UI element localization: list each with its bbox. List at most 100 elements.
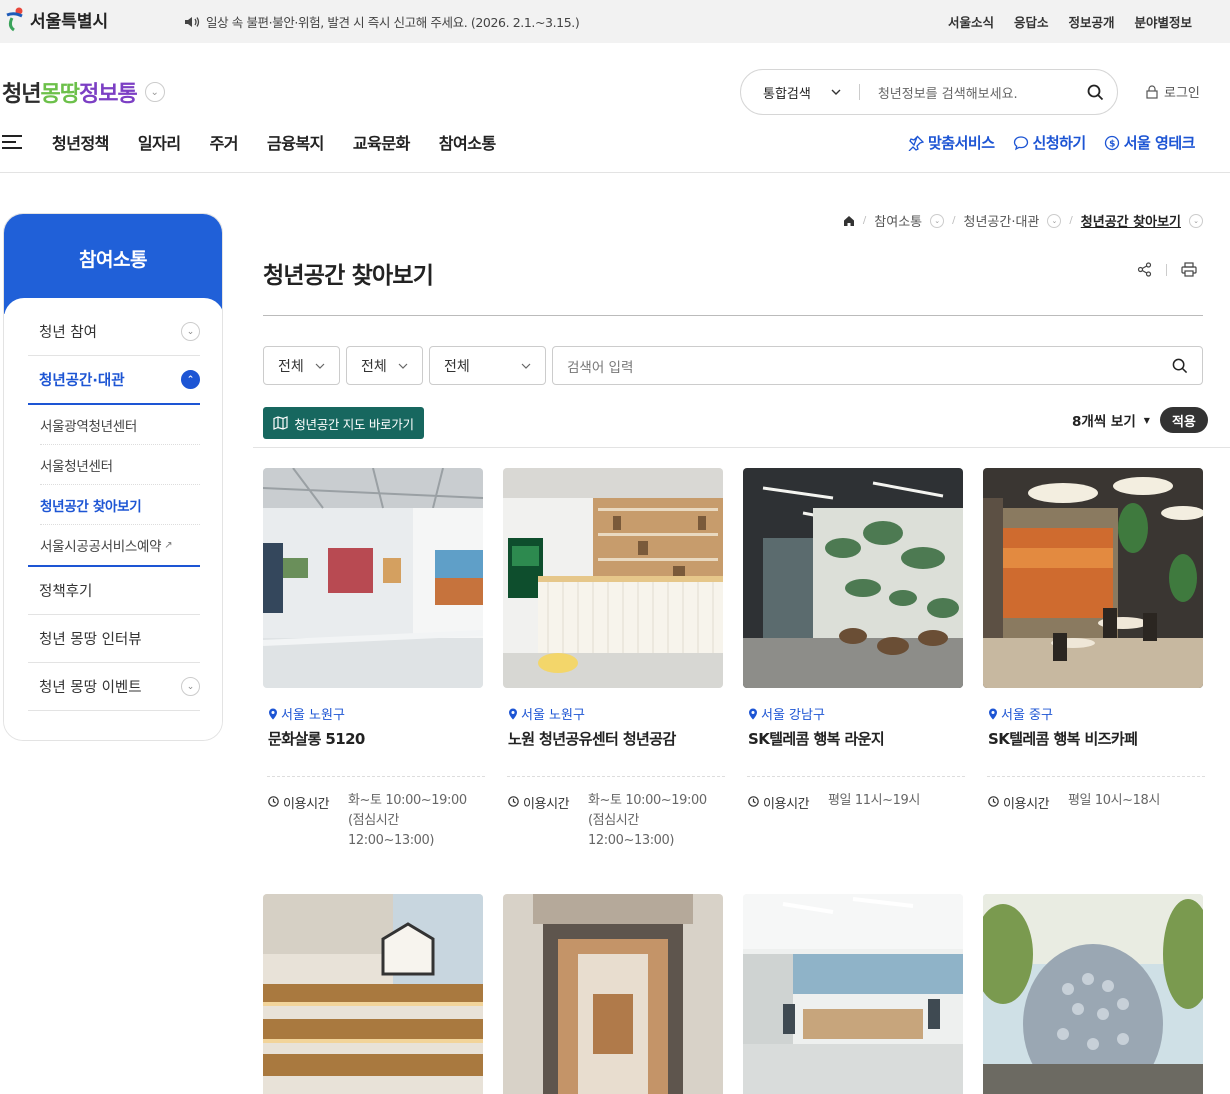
- breadcrumb-item-space-rental[interactable]: 청년공간·대관: [964, 211, 1040, 230]
- speaker-icon: [185, 16, 200, 27]
- space-photo[interactable]: [503, 468, 723, 688]
- space-photo[interactable]: [503, 894, 723, 1094]
- apply-button[interactable]: 적용: [1159, 407, 1208, 433]
- external-link-icon: ↗: [164, 539, 173, 551]
- search-button[interactable]: [1073, 84, 1117, 101]
- util-link-field[interactable]: 분야별정보: [1134, 12, 1192, 31]
- breadcrumb-current[interactable]: 청년공간 찾아보기: [1081, 211, 1181, 230]
- search-icon: [1087, 84, 1103, 100]
- gnb-item-finance[interactable]: 금융복지: [267, 130, 324, 154]
- sidebar-item-space-rental[interactable]: 청년공간·대관 ⌃: [28, 356, 200, 405]
- per-page-control: 8개씩 보기 ▼ 적용: [1072, 407, 1208, 433]
- sidebar-item-participation[interactable]: 청년 참여 ⌄: [28, 308, 200, 355]
- space-name[interactable]: 노원 청년공유센터 청년공감: [503, 728, 723, 749]
- search-input[interactable]: 청년정보를 검색해보세요.: [878, 83, 1073, 102]
- search-divider: [858, 84, 860, 100]
- space-hours: 이용시간 평일 11시~19시: [743, 793, 963, 812]
- sidebar-item-label: 정책후기: [39, 584, 93, 600]
- breadcrumb-item-participation[interactable]: 참여소통: [874, 211, 922, 230]
- hours-label: 이용시간: [268, 793, 348, 851]
- space-card[interactable]: [743, 894, 963, 1094]
- custom-service-label: 맞춤서비스: [928, 134, 995, 152]
- seoul-logo[interactable]: 서울특별시: [4, 6, 108, 32]
- site-logo-text: 청년몽땅정보통: [2, 76, 138, 108]
- sidebar-item-policy-review[interactable]: 정책후기: [28, 567, 200, 614]
- login-link[interactable]: 로그인: [1146, 82, 1200, 101]
- sidebar-item-label: 청년 몽땅 이벤트: [39, 680, 142, 696]
- seoul-logo-text: 서울특별시: [30, 11, 109, 32]
- space-name[interactable]: SK텔레콤 행복 라운지: [743, 728, 963, 749]
- space-card[interactable]: [983, 894, 1203, 1094]
- young-tech-link[interactable]: $ 서울 영테크: [1104, 132, 1195, 153]
- menu-icon[interactable]: [2, 135, 22, 149]
- space-card[interactable]: 서울 노원구 노원 청년공유센터 청년공감 이용시간 화~토 10:00~19:…: [503, 468, 725, 851]
- gnb-item-jobs[interactable]: 일자리: [138, 130, 181, 154]
- header-divider: [0, 172, 1230, 173]
- space-card[interactable]: [263, 894, 483, 1094]
- chat-icon: [1013, 135, 1028, 150]
- util-link-info[interactable]: 정보공개: [1068, 12, 1114, 31]
- gnb-item-housing[interactable]: 주거: [210, 130, 239, 154]
- apply-link[interactable]: 신청하기: [1013, 132, 1086, 153]
- utility-links: 서울소식 응답소 정보공개 분야별정보: [948, 12, 1192, 31]
- space-photo[interactable]: [983, 894, 1203, 1094]
- sidebar-item-event[interactable]: 청년 몽땅 이벤트 ⌄: [28, 663, 200, 710]
- title-tools: [1137, 262, 1197, 277]
- subnav-item-seoul-youth-center-main[interactable]: 서울광역청년센터: [40, 405, 200, 445]
- gnb-item-policy[interactable]: 청년정책: [52, 130, 109, 154]
- filter-select-2[interactable]: 전체: [346, 346, 423, 385]
- filter-select-1[interactable]: 전체: [263, 346, 340, 385]
- subnav-item-public-reservation[interactable]: 서울시공공서비스예약 ↗: [40, 525, 200, 565]
- per-page-select[interactable]: 8개씩 보기 ▼: [1072, 410, 1150, 430]
- page-title: 청년공간 찾아보기: [263, 263, 434, 289]
- space-photo[interactable]: [743, 468, 963, 688]
- tools-divider: [1166, 263, 1167, 276]
- hours-label: 이용시간: [748, 793, 828, 812]
- sidebar-item-interview[interactable]: 청년 몽땅 인터뷰: [28, 615, 200, 662]
- notice[interactable]: 일상 속 불편·불안·위험, 발견 시 즉시 신고해 주세요. (2026. 2…: [184, 12, 580, 31]
- pin-icon: [908, 135, 924, 151]
- subnav-item-find-space[interactable]: 청년공간 찾아보기: [40, 485, 200, 525]
- space-card[interactable]: 서울 중구 SK텔레콤 행복 비즈카페 이용시간 평일 10시~18시: [983, 468, 1205, 851]
- notice-text: 일상 속 불편·불안·위험, 발견 시 즉시 신고해 주세요. (2026. 2…: [206, 15, 580, 30]
- chevron-down-icon: ⌄: [181, 322, 200, 341]
- util-link-news[interactable]: 서울소식: [948, 12, 994, 31]
- share-icon[interactable]: [1137, 262, 1152, 277]
- search-icon[interactable]: [1172, 358, 1188, 374]
- subnav-item-seoul-youth-center[interactable]: 서울청년센터: [40, 445, 200, 485]
- space-card[interactable]: 서울 노원구 문화살롱 5120 이용시간 화~토 10:00~19:00 (점…: [263, 468, 485, 851]
- top-utility-bar: 서울특별시 일상 속 불편·불안·위험, 발견 시 즉시 신고해 주세요. (2…: [0, 0, 1230, 43]
- space-location: 서울 중구: [983, 704, 1203, 723]
- site-logo[interactable]: 청년몽땅정보통 ⌄: [2, 76, 165, 108]
- space-photo[interactable]: [263, 468, 483, 688]
- clock-icon: [748, 796, 759, 807]
- gnb-item-education[interactable]: 교육문화: [353, 130, 410, 154]
- keyword-search-input[interactable]: 검색어 입력: [552, 346, 1203, 385]
- custom-service-link[interactable]: 맞춤서비스: [908, 132, 995, 153]
- space-photo[interactable]: [263, 894, 483, 1094]
- chevron-down-icon: ⌄: [181, 677, 200, 696]
- filter-select-3[interactable]: 전체: [429, 346, 546, 385]
- chevron-down-icon[interactable]: ⌄: [1047, 213, 1062, 228]
- quick-links: 맞춤서비스 신청하기 $ 서울 영테크: [908, 132, 1195, 153]
- breadcrumb-separator: /: [1069, 215, 1073, 226]
- space-card[interactable]: 서울 강남구 SK텔레콤 행복 라운지 이용시간 평일 11시~19시: [743, 468, 965, 851]
- print-icon[interactable]: [1181, 262, 1197, 277]
- space-photo[interactable]: [983, 468, 1203, 688]
- gnb-item-participation[interactable]: 참여소통: [439, 130, 496, 154]
- card-divider: [507, 776, 725, 777]
- space-card[interactable]: [503, 894, 723, 1094]
- hours-value: 화~토 10:00~19:00 (점심시간 12:00~13:00): [588, 793, 707, 848]
- map-shortcut-button[interactable]: 청년공간 지도 바로가기: [263, 407, 424, 439]
- sidebar: 참여소통 청년 참여 ⌄ 청년공간·대관 ⌃ 서울광역청년센터 서울청년센터 청…: [3, 213, 223, 741]
- chevron-down-icon[interactable]: ⌄: [930, 213, 945, 228]
- space-name[interactable]: 문화살롱 5120: [263, 728, 483, 749]
- search-scope-select[interactable]: 통합검색: [741, 83, 841, 102]
- chevron-down-icon[interactable]: ⌄: [144, 82, 165, 102]
- space-name[interactable]: SK텔레콤 행복 비즈카페: [983, 728, 1203, 749]
- home-icon[interactable]: [843, 215, 855, 227]
- chevron-down-icon[interactable]: ⌄: [1189, 213, 1203, 228]
- logo-part-2: 몽땅: [40, 82, 79, 107]
- util-link-response[interactable]: 응답소: [1014, 12, 1049, 31]
- space-photo[interactable]: [743, 894, 963, 1094]
